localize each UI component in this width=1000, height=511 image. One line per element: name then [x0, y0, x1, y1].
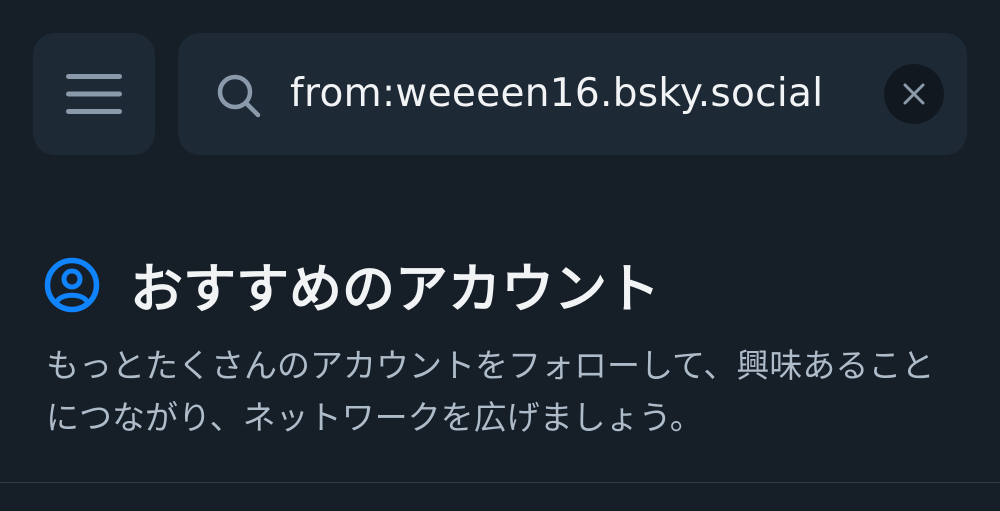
section-title: おすすめのアカウント: [130, 259, 660, 320]
clear-search-button[interactable]: [884, 64, 944, 124]
section-description: もっとたくさんのアカウントをフォローして、興味あることにつながり、ネットワークを…: [46, 346, 935, 437]
search-icon: [217, 74, 261, 118]
search-input[interactable]: [290, 58, 870, 130]
user-circle-icon: [44, 257, 100, 313]
close-icon: [903, 83, 925, 105]
search-screen: おすすめのアカウント もっとたくさんのアカウントをフォローして、興味あることにつ…: [0, 0, 1000, 511]
divider: [0, 482, 1000, 483]
menu-button[interactable]: [33, 33, 155, 155]
hamburger-menu-icon: [66, 74, 122, 114]
